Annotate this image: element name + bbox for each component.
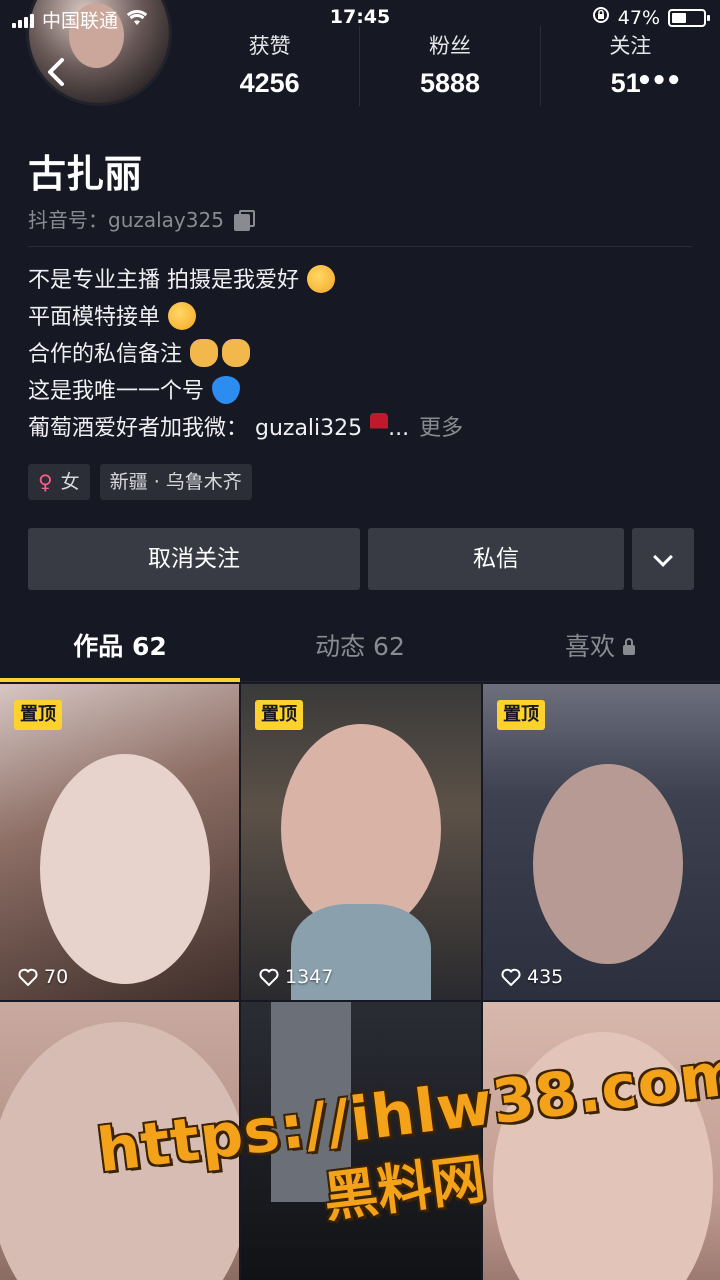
unfollow-button[interactable]: 取消关注 — [28, 528, 360, 590]
bio-line: 合作的私信备注 — [28, 336, 698, 373]
recommend-dropdown-button[interactable] — [632, 528, 694, 590]
video-thumbnail[interactable]: 置顶 70 — [0, 684, 239, 1000]
douyin-id-text: 抖音号：guzalay325 — [28, 208, 224, 232]
lock-icon — [623, 638, 635, 655]
profile-stats: 获赞 4256 粉丝 5888 关注 51 ••• — [180, 26, 720, 106]
female-icon: ♀ — [38, 470, 53, 494]
stat-following[interactable]: 关注 51 ••• — [539, 26, 720, 106]
bio-text: 这是我唯一一个号 — [28, 379, 205, 404]
pinned-badge: 置顶 — [14, 700, 62, 730]
bio-ellipsis: ... — [388, 416, 410, 441]
tab-label: 喜欢 — [564, 632, 615, 661]
divider — [28, 246, 692, 247]
video-thumbnail[interactable]: 置顶 1347 — [241, 684, 481, 1000]
like-count-text: 1347 — [285, 966, 334, 988]
bio-text: 平面模特接单 — [28, 305, 161, 330]
video-thumbnail[interactable]: 置顶 435 — [483, 684, 720, 1000]
heart-icon — [501, 968, 521, 987]
like-count-text: 70 — [44, 966, 69, 988]
clap-emoji-icon — [222, 339, 251, 367]
profile-actions: 取消关注 私信 — [28, 528, 694, 590]
tab-label: 动态 62 — [315, 632, 405, 661]
thumbnail-figure — [533, 764, 683, 964]
bio-line: 葡萄酒爱好者加我微： guzali325... 更多 — [28, 410, 698, 447]
smile-emoji-icon — [307, 265, 335, 293]
stat-value: 51 — [610, 68, 641, 98]
like-count-text: 435 — [527, 966, 564, 988]
bio-text: 不是专业主播 拍摄是我爱好 — [28, 268, 299, 293]
stat-likes[interactable]: 获赞 4256 — [180, 26, 359, 106]
bio-line: 不是专业主播 拍摄是我爱好 — [28, 262, 698, 299]
thumbnail-figure — [281, 724, 441, 934]
wine-glass-emoji-icon — [370, 413, 389, 441]
battery-percent: 47% — [617, 6, 660, 29]
bio-more-link[interactable]: 更多 — [419, 416, 463, 441]
bio-text: 葡萄酒爱好者加我微： guzali325 — [28, 416, 363, 441]
status-bar: 中国联通 17:45 47% — [0, 0, 720, 36]
stat-followers[interactable]: 粉丝 5888 — [359, 26, 539, 106]
pinned-badge: 置顶 — [497, 700, 545, 730]
location-tag: 新疆 · 乌鲁木齐 — [99, 464, 252, 500]
more-options-icon[interactable]: ••• — [636, 66, 682, 96]
back-button[interactable] — [36, 52, 76, 96]
heart-icon — [18, 968, 38, 987]
profile-tags: ♀ 女 新疆 · 乌鲁木齐 — [28, 464, 252, 500]
stat-value: 5888 — [419, 68, 481, 98]
heart-icon — [259, 968, 279, 987]
like-count: 435 — [501, 966, 563, 988]
copy-icon[interactable] — [233, 209, 255, 231]
bio-text: 合作的私信备注 — [28, 342, 183, 367]
gender-text: 女 — [60, 471, 80, 493]
stat-value: 4256 — [239, 68, 300, 98]
blue-heart-emoji-icon — [212, 376, 241, 404]
battery-icon — [668, 8, 710, 27]
douyin-id: 抖音号：guzalay325 — [28, 204, 255, 233]
chevron-left-icon — [48, 58, 64, 86]
battery-fill — [672, 12, 686, 23]
bio-line: 这是我唯一一个号 — [28, 373, 698, 410]
gender-tag: ♀ 女 — [28, 464, 90, 500]
clap-emoji-icon — [190, 339, 219, 367]
tab-works[interactable]: 作品 62 — [0, 612, 240, 682]
rotation-lock-icon — [592, 6, 610, 29]
tab-likes[interactable]: 喜欢 — [480, 612, 720, 681]
message-button[interactable]: 私信 — [368, 528, 624, 590]
thumbnail-figure — [40, 754, 210, 984]
profile-bio: 不是专业主播 拍摄是我爱好 平面模特接单 合作的私信备注 这是我唯一一个号 葡萄… — [28, 262, 698, 447]
content-tabs: 作品 62 动态 62 喜欢 — [0, 612, 720, 682]
profile-name: 古扎丽 — [28, 152, 143, 196]
tab-activity[interactable]: 动态 62 — [240, 612, 480, 681]
smile-emoji-icon — [168, 302, 197, 330]
pinned-badge: 置顶 — [255, 700, 303, 730]
battery-group: 47% — [592, 6, 710, 29]
tab-label: 作品 62 — [73, 632, 167, 661]
like-count: 1347 — [259, 966, 333, 988]
like-count: 70 — [18, 966, 68, 988]
bio-line: 平面模特接单 — [28, 299, 698, 336]
